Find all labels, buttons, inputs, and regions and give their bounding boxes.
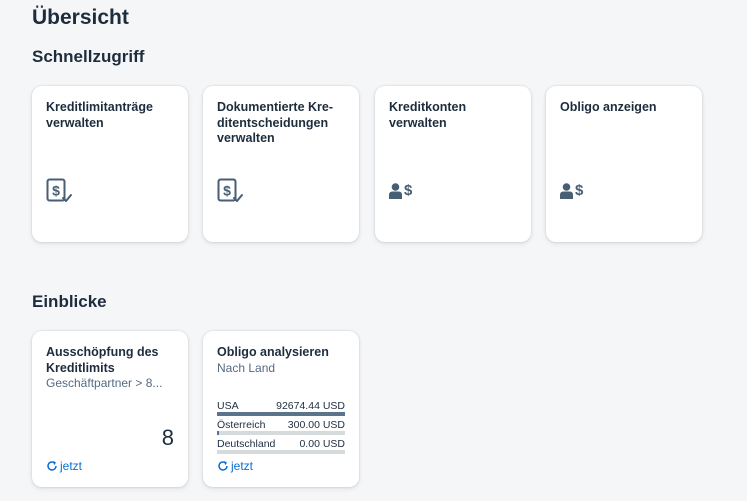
bar-track xyxy=(217,431,345,435)
bar-value: 0.00 USD xyxy=(299,438,345,450)
bar-row: USA 92674.44 USD xyxy=(217,400,345,416)
section-title-insights: Einblicke xyxy=(32,292,107,311)
tile-show-obligo[interactable]: Obligo anzeigen $ xyxy=(546,86,702,242)
refresh-status: jetzt xyxy=(46,459,82,473)
tile-analyze-obligo[interactable]: Obligo analysieren Nach Land USA 92674.4… xyxy=(203,331,359,487)
dollar-sign: $ xyxy=(575,182,584,199)
bar-fill xyxy=(217,431,219,435)
tile-title: Kreditlimitanträge verwalten xyxy=(46,100,153,130)
refresh-label: jetzt xyxy=(60,459,83,473)
tile-title: Dokumentierte Kre- ditentscheidungen ver… xyxy=(217,100,333,145)
tile-title: Obligo anzeigen xyxy=(560,100,657,114)
kpi-value: 8 xyxy=(161,425,174,450)
section-title-quick-access: Schnellzugriff xyxy=(32,47,145,66)
tile-credit-limit-utilization[interactable]: Ausschöpfung des Kreditlimits Geschäftpa… xyxy=(32,331,188,487)
tile-title: Kreditkonten verwalten xyxy=(389,100,467,130)
bar-track xyxy=(217,450,345,454)
bar-value: 300.00 USD xyxy=(287,419,345,431)
document-dollar-check-icon: $ xyxy=(217,178,245,204)
svg-text:$: $ xyxy=(52,183,60,199)
bar-label: Österreich xyxy=(217,419,266,431)
bar-row: Deutschland 0.00 USD xyxy=(217,438,345,454)
tile-credit-limit-requests[interactable]: Kreditlimitanträge verwalten $ xyxy=(32,86,188,242)
tile-title: Ausschöpfung des Kreditlimits xyxy=(46,345,159,375)
bar-chart: USA 92674.44 USD Österreich 300.00 USD D… xyxy=(217,400,345,457)
tile-subtitle: Nach Land xyxy=(217,360,276,375)
tile-documented-credit-decisions[interactable]: Dokumentierte Kre- ditentscheidungen ver… xyxy=(203,86,359,242)
dollar-sign: $ xyxy=(404,182,413,199)
refresh-icon xyxy=(218,461,228,471)
bar-label: Deutschland xyxy=(217,438,276,450)
page-title: Übersicht xyxy=(32,6,129,29)
tile-credit-accounts[interactable]: Kreditkonten verwalten $ xyxy=(375,86,531,242)
bar-row: Österreich 300.00 USD xyxy=(217,419,345,435)
tile-title: Obligo analysieren xyxy=(217,345,329,359)
person-dollar-icon: $ xyxy=(389,183,412,199)
document-dollar-check-icon: $ xyxy=(46,178,74,204)
tile-subtitle: Geschäftpartner > 8... xyxy=(46,376,163,390)
bar-value: 92674.44 USD xyxy=(276,400,345,412)
svg-text:$: $ xyxy=(223,183,231,199)
refresh-icon xyxy=(47,461,57,471)
bar-fill xyxy=(217,412,345,416)
bar-track xyxy=(217,412,345,416)
bar-label: USA xyxy=(217,400,239,412)
refresh-status: jetzt xyxy=(217,459,253,473)
refresh-label: jetzt xyxy=(231,459,254,473)
person-dollar-icon: $ xyxy=(560,183,583,199)
